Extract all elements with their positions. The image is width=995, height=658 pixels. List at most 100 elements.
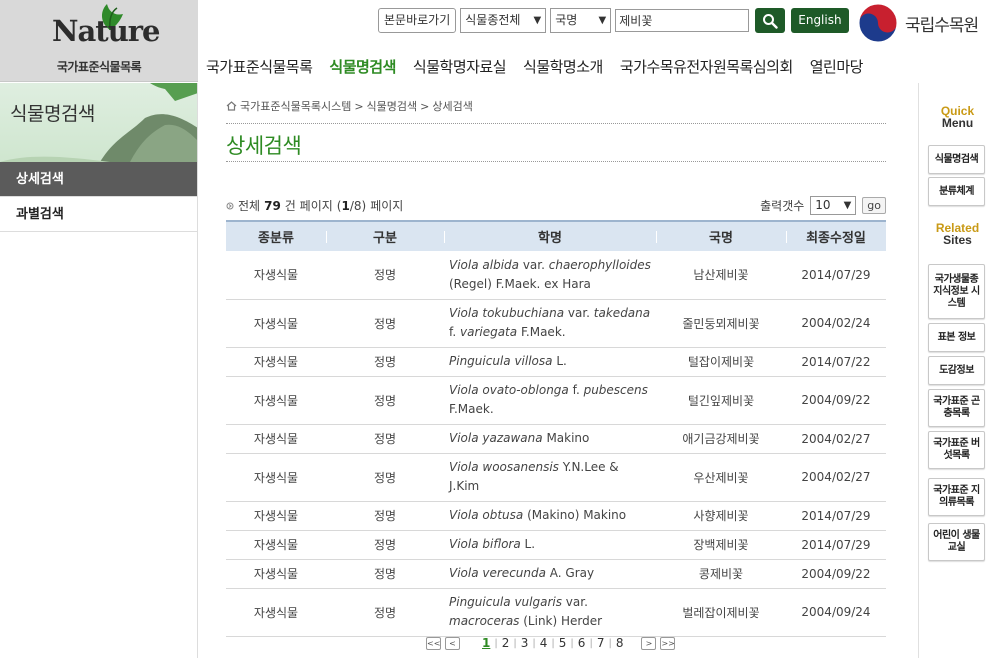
cell-modified-date: 2004/09/22 xyxy=(786,559,886,589)
gnb-item-active[interactable]: 식물명검색 xyxy=(329,56,396,77)
quick-item-classification[interactable]: 분류체계 xyxy=(928,177,985,206)
org-logo[interactable]: 국립수목원 xyxy=(857,2,979,44)
cell-scientific-name[interactable]: Pinguicula vulgaris var. macroceras (Lin… xyxy=(444,588,656,637)
skip-to-content-button[interactable]: 본문바로가기 xyxy=(378,8,457,33)
table-row[interactable]: 자생식물 정명 Pinguicula vulgaris var. macrocera… xyxy=(226,588,886,637)
sidebar-visual: 식물명검색 xyxy=(0,83,197,162)
gnb-item[interactable]: 국가표준식물목록 xyxy=(206,56,313,77)
gnb-item[interactable]: 식물학명소개 xyxy=(523,56,603,77)
cell-scientific-name[interactable]: Viola ovato-oblonga f. pubescens F.Maek. xyxy=(444,376,656,425)
table-row[interactable]: 자생식물 정명 Viola biflora L. 장백제비꽃 2014/07/29 xyxy=(226,530,886,560)
chevron-down-icon: ▼ xyxy=(533,15,542,26)
species-kind-select[interactable]: 식물종전체 ▼ xyxy=(460,8,547,33)
divider xyxy=(226,123,886,124)
cell-korean-name: 장백제비꽃 xyxy=(656,530,786,560)
table-row[interactable]: 자생식물 정명 Viola tokubuchiana var. takedana f… xyxy=(226,299,886,348)
page-number[interactable]: 6 xyxy=(574,636,590,650)
pagination: << < 1 | 2 | 3 | 4 | 5 | 6 | 7 | 8 > >> xyxy=(426,636,679,650)
quick-item-plant-name-search[interactable]: 식물명검색 xyxy=(928,145,985,174)
table-row[interactable]: 자생식물 정명 Pinguicula villosa L. 털잡이제비꽃 2014/07… xyxy=(226,347,886,377)
cell-modified-date: 2004/02/24 xyxy=(786,299,886,348)
column-header[interactable]: 국명 xyxy=(656,220,786,251)
related-site-item[interactable]: 국가표준 곤충목록 xyxy=(928,389,985,427)
related-site-item[interactable]: 어린이 생물교실 xyxy=(928,523,985,561)
site-logo[interactable]: Nature 국가표준식물목록 xyxy=(0,0,198,82)
cell-scientific-name[interactable]: Viola obtusa (Makino) Makino xyxy=(444,501,656,531)
gnb-item[interactable]: 국가수목유전자원목록심의회 xyxy=(620,56,793,77)
page-number[interactable]: 5 xyxy=(555,636,571,650)
related-site-item[interactable]: 국가생물종 지식정보 시스템 xyxy=(928,264,985,319)
sidebar-title: 식물명검색 xyxy=(10,103,95,125)
first-page-button[interactable]: << xyxy=(426,636,441,650)
cell-scientific-name[interactable]: Viola biflora L. xyxy=(444,530,656,560)
related-site-item[interactable]: 국가표준 버섯목록 xyxy=(928,431,985,469)
scientific-author: f. xyxy=(449,325,460,339)
search-icon xyxy=(763,13,778,29)
cell-scientific-name[interactable]: Viola albida var. chaerophylloides (Rege… xyxy=(444,251,656,300)
scientific-author: (Makino) Makino xyxy=(523,508,627,522)
search-button[interactable] xyxy=(755,8,786,33)
page-numbers: 1 | 2 | 3 | 4 | 5 | 6 | 7 | 8 xyxy=(478,636,627,650)
last-page-button[interactable]: >> xyxy=(660,636,676,650)
home-icon xyxy=(226,101,237,111)
scientific-author: A. Gray xyxy=(545,566,595,580)
page-number-current[interactable]: 1 xyxy=(478,636,494,650)
table-row[interactable]: 자생식물 정명 Viola albida var. chaerophylloides… xyxy=(226,251,886,300)
english-button[interactable]: English xyxy=(791,8,849,33)
logo-subtitle: 국가표준식물목록 xyxy=(56,60,142,74)
table-row[interactable]: 자생식물 정명 Viola obtusa (Makino) Makino 사향제비꽃 2… xyxy=(226,501,886,531)
sidebar-menu: 상세검색 과별검색 xyxy=(0,162,197,232)
column-header[interactable]: 구분 xyxy=(326,220,444,251)
cell-type: 정명 xyxy=(326,453,444,502)
cell-korean-name: 벌레잡이제비꽃 xyxy=(656,588,786,637)
page-number[interactable]: 8 xyxy=(612,636,628,650)
search-input[interactable] xyxy=(615,9,750,32)
prev-page-button[interactable]: < xyxy=(445,636,460,650)
cell-scientific-name[interactable]: Viola verecunda A. Gray xyxy=(444,559,656,589)
related-site-item[interactable]: 표본 정보 xyxy=(928,323,985,352)
cell-scientific-name[interactable]: Viola yazawana Makino xyxy=(444,424,656,454)
scientific-epithet: variegata xyxy=(459,325,518,339)
next-page-button[interactable]: > xyxy=(641,636,657,650)
sidebar-item-detailed-search[interactable]: 상세검색 xyxy=(0,162,197,197)
page-number[interactable]: 2 xyxy=(498,636,514,650)
gnb-item[interactable]: 열린마당 xyxy=(810,56,864,77)
scientific-epithet: Viola biflora xyxy=(449,537,521,551)
table-row[interactable]: 자생식물 정명 Viola ovato-oblonga f. pubescens F… xyxy=(226,376,886,425)
column-header[interactable]: 최종수정일 xyxy=(786,220,886,251)
cell-modified-date: 2004/02/27 xyxy=(786,424,886,454)
per-page-label: 출력갯수 xyxy=(760,199,805,213)
related-site-item[interactable]: 도감정보 xyxy=(928,356,985,385)
table-row[interactable]: 자생식물 정명 Viola woosanensis Y.N.Lee & J.Kim 우… xyxy=(226,453,886,502)
breadcrumb-item[interactable]: 국가표준식물목록시스템 xyxy=(240,98,351,114)
summary-page: (1/8) xyxy=(336,198,367,213)
breadcrumb: 국가표준식물목록시스템 > 식물명검색 > 상세검색 xyxy=(226,98,473,114)
scientific-author: var. xyxy=(564,306,594,320)
cell-scientific-name[interactable]: Viola woosanensis Y.N.Lee & J.Kim xyxy=(444,453,656,502)
cell-scientific-name[interactable]: Pinguicula villosa L. xyxy=(444,347,656,377)
sidebar-item-family-search[interactable]: 과별검색 xyxy=(0,197,197,232)
quick-menu-heading: Quick Menu xyxy=(919,105,995,129)
page-number[interactable]: 7 xyxy=(593,636,609,650)
related-site-item[interactable]: 국가표준 지의류목록 xyxy=(928,478,985,516)
scientific-author: (Regel) F.Maek. ex Hara xyxy=(449,276,591,291)
scientific-author: F.Maek. xyxy=(449,402,494,416)
breadcrumb-separator: > xyxy=(420,99,430,113)
column-header[interactable]: 학명 xyxy=(444,220,656,251)
search-field-select[interactable]: 국명 ▼ xyxy=(550,8,612,33)
gnb-item[interactable]: 식물학명자료실 xyxy=(413,56,507,77)
table-row[interactable]: 자생식물 정명 Viola yazawana Makino 애기금강제비꽃 2004/0… xyxy=(226,424,886,454)
cell-scientific-name[interactable]: Viola tokubuchiana var. takedana f. vari… xyxy=(444,299,656,348)
breadcrumb-item-current: 상세검색 xyxy=(432,100,473,113)
go-button[interactable]: go xyxy=(862,197,886,214)
page-number[interactable]: 4 xyxy=(536,636,552,650)
cell-modified-date: 2014/07/22 xyxy=(786,347,886,377)
quick-heading-line2: Menu xyxy=(941,116,974,130)
breadcrumb-item[interactable]: 식물명검색 xyxy=(367,98,418,114)
chevron-down-icon: ▼ xyxy=(598,15,607,26)
per-page-select[interactable]: 10 ▼ xyxy=(810,196,857,215)
page-number[interactable]: 3 xyxy=(517,636,533,650)
column-header[interactable]: 종분류 xyxy=(226,220,326,251)
left-sidebar: 식물명검색 상세검색 과별검색 xyxy=(0,83,198,658)
table-row[interactable]: 자생식물 정명 Viola verecunda A. Gray 콩제비꽃 2004/09… xyxy=(226,559,886,589)
